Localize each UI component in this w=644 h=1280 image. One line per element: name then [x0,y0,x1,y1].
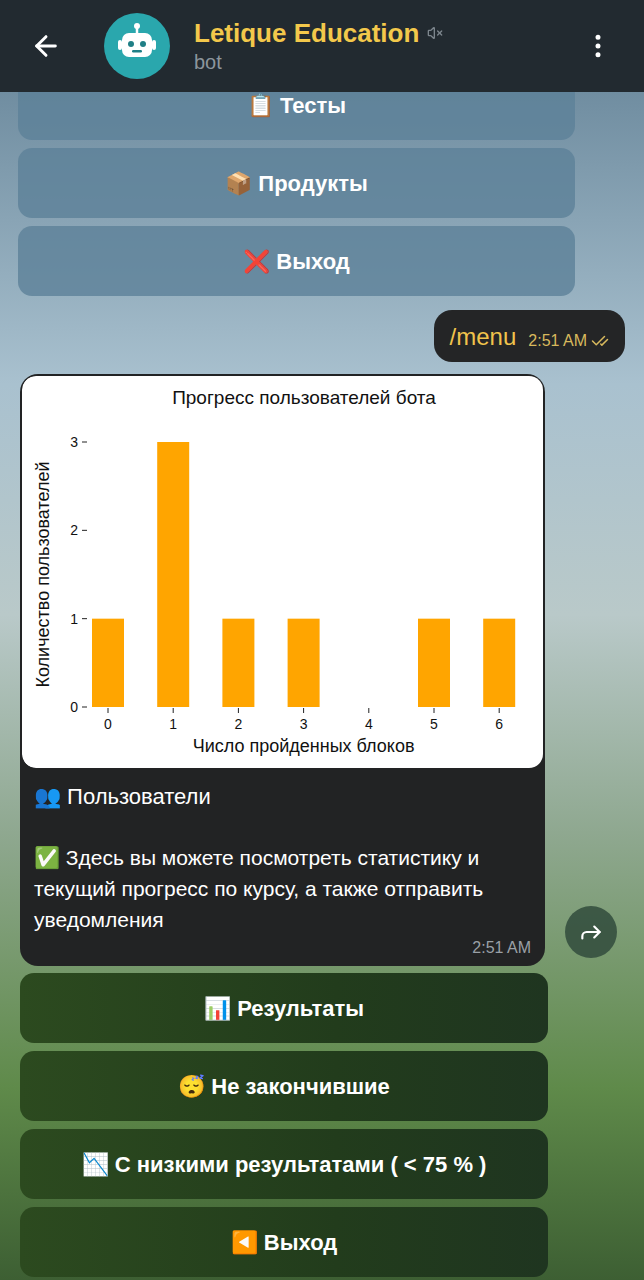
chart-x-tick: 2 [235,708,243,732]
svg-text:2: 2 [235,716,243,732]
inline-keyboard-button[interactable]: ◀️ Выход [20,1207,548,1277]
outgoing-time: 2:51 AM [528,331,587,351]
inline-keyboard-button[interactable]: 📊 Результаты [20,973,548,1043]
chart-x-tick: 4 [365,708,373,732]
message-title: 👥 Пользователи [34,782,531,812]
chart-y-tick: 1 [70,611,87,627]
chart-bar [222,619,254,707]
reply-keyboard-button[interactable]: 📋 Тесты [18,92,575,140]
svg-text:4: 4 [365,716,373,732]
incoming-message-row: Прогресс пользователей бота Количество по… [20,374,626,966]
inline-keyboard-button[interactable]: 😴 Не закончившие [20,1051,548,1121]
back-button[interactable] [28,28,64,64]
svg-text:0: 0 [70,699,78,715]
svg-text:2: 2 [70,522,78,538]
chart-x-tick: 5 [430,708,438,732]
outgoing-text: /menu [450,322,517,352]
inline-keyboard: 📊 Результаты 😴 Не закончившие 📉 С низкими … [20,973,548,1277]
chart-x-label: Число пройденных блоков [193,736,415,756]
svg-text:3: 3 [300,716,308,732]
incoming-message: Прогресс пользователей бота Количество по… [20,374,545,966]
svg-text:6: 6 [495,716,503,732]
chart-bar [483,619,515,707]
chart-bar [157,442,189,707]
incoming-time: 2:51 AM [472,937,531,959]
read-checks-icon [591,332,609,350]
chart-title: Прогресс пользователей бота [172,387,436,408]
bot-avatar[interactable] [104,13,170,79]
outgoing-message: /menu 2:51 AM [434,310,625,362]
back-arrow-icon [30,30,62,62]
chat-title-block[interactable]: Letique Educationbot [194,17,580,75]
chart-bar [92,619,124,707]
chat-subtitle: bot [194,49,580,75]
reply-keyboard: 📋 Тесты 📦 Продукты ❌ Выход [18,92,575,296]
chart-image[interactable]: Прогресс пользователей бота Количество по… [22,376,543,768]
chart-y-tick: 0 [70,699,87,715]
chat-header: Letique Educationbot [0,0,644,92]
muted-icon [427,25,443,41]
svg-text:1: 1 [169,716,177,732]
chart-bar [353,707,385,708]
progress-chart: Прогресс пользователей бота Количество по… [22,376,543,768]
chart-y-tick: 2 [70,522,87,538]
bot-avatar-icon [104,13,170,79]
chart-x-tick: 6 [495,708,503,732]
reply-keyboard-button[interactable]: 📦 Продукты [18,148,575,218]
chat-title: Letique Education [194,17,419,49]
chart-x-tick: 0 [104,708,112,732]
chart-bar [418,619,450,707]
chart-bar [288,619,320,707]
share-arrow-icon [578,919,604,945]
chart-x-tick: 3 [300,708,308,732]
svg-text:5: 5 [430,716,438,732]
chart-x-tick: 1 [169,708,177,732]
chart-y-label: Количество пользователей [33,462,53,688]
svg-text:0: 0 [104,716,112,732]
chat-area: 📋 Тесты 📦 Продукты ❌ Выход/menu 2:51 AM Прог… [0,92,644,1280]
more-button[interactable] [580,28,616,64]
share-button[interactable] [565,906,617,958]
svg-text:3: 3 [70,434,78,450]
telegram-chat-screen: Letique Educationbot 📋 Тесты 📦 Продукты ❌ В… [0,0,644,1280]
inline-keyboard-button[interactable]: 📉 С низкими результатами ( < 75 % ) [20,1129,548,1199]
message-body: ✅ Здесь вы можете посмотреть статистику … [34,842,531,935]
svg-text:1: 1 [70,611,78,627]
more-dots-icon [583,31,613,61]
reply-keyboard-button[interactable]: ❌ Выход [18,226,575,296]
chart-y-tick: 3 [70,434,87,450]
